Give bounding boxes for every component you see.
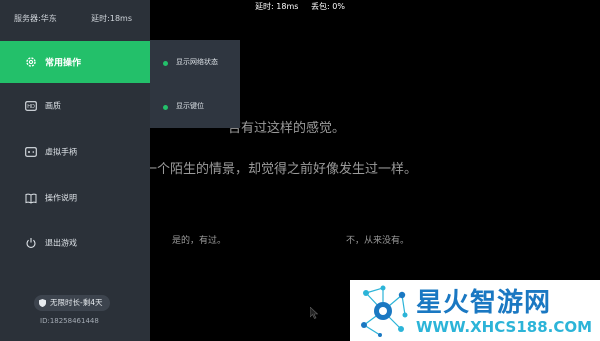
svg-text:HD: HD <box>27 104 35 110</box>
sidebar-item-common-operations[interactable]: 常用操作 <box>0 41 150 83</box>
sidebar-item-label: 常用操作 <box>45 58 82 69</box>
mouse-cursor-icon <box>310 307 318 319</box>
game-dialogue-line1: 否有过这样的感觉。 <box>228 121 346 136</box>
gear-icon <box>25 56 37 68</box>
sidebar-latency: 延时:18ms <box>91 14 132 23</box>
sidebar-item-label: 退出游戏 <box>45 238 77 248</box>
watermark-title: 星火智游网 <box>416 288 552 318</box>
watermark-banner: 星火智游网 WWW.XHCS188.COM <box>350 280 600 341</box>
sidebar-footer: 无限时长-剩4天 ID:18258461448 <box>0 291 150 341</box>
sidebar-item-picture-quality[interactable]: HD 画质 <box>0 85 150 127</box>
submenu-item-show-network-status[interactable]: 显示网络状态 <box>150 40 240 84</box>
submenu-item-label: 显示网络状态 <box>176 58 218 66</box>
subscription-text: 无限时长-剩4天 <box>50 298 103 307</box>
packet-loss-readout: 丢包: 0% <box>311 2 345 11</box>
sidebar-item-label: 画质 <box>45 101 61 111</box>
sidebar-item-virtual-gamepad[interactable]: 虚拟手柄 <box>0 131 150 173</box>
submenu-item-label: 显示键位 <box>176 102 204 110</box>
status-dot-icon <box>163 105 168 110</box>
sidebar-item-label: 虚拟手柄 <box>45 147 77 157</box>
hd-icon: HD <box>25 100 37 112</box>
watermark-url: WWW.XHCS188.COM <box>416 318 593 336</box>
game-dialogue-line2: 一个陌生的情景，却觉得之前好像发生过一样。 <box>144 162 418 177</box>
user-id: ID:18258461448 <box>40 317 99 325</box>
watermark-logo-icon <box>361 285 408 337</box>
shield-icon <box>39 299 46 307</box>
submenu-item-show-key-mapping[interactable]: 显示键位 <box>150 84 240 128</box>
latency-readout: 延时: 18ms <box>255 2 299 11</box>
sidebar-item-instructions[interactable]: 操作说明 <box>0 177 150 219</box>
subscription-badge: 无限时长-剩4天 <box>34 295 111 311</box>
choice-yes[interactable]: 是的，有过。 <box>172 233 226 246</box>
choice-no[interactable]: 不，从来没有。 <box>346 233 409 246</box>
status-dot-icon <box>163 61 168 66</box>
sidebar-header: 服务器:华东 延时:18ms <box>0 0 150 36</box>
server-label: 服务器:华东 <box>14 14 57 23</box>
gamepad-icon <box>25 146 37 158</box>
sidebar-item-exit-game[interactable]: 退出游戏 <box>0 222 150 264</box>
sidebar: 服务器:华东 延时:18ms 常用操作 HD 画质 虚拟手柄 操作说明 退出游戏 <box>0 0 150 341</box>
submenu-panel: 显示网络状态 显示键位 <box>150 40 240 128</box>
book-icon <box>25 192 37 204</box>
sidebar-item-label: 操作说明 <box>45 193 77 203</box>
power-icon <box>25 237 37 249</box>
